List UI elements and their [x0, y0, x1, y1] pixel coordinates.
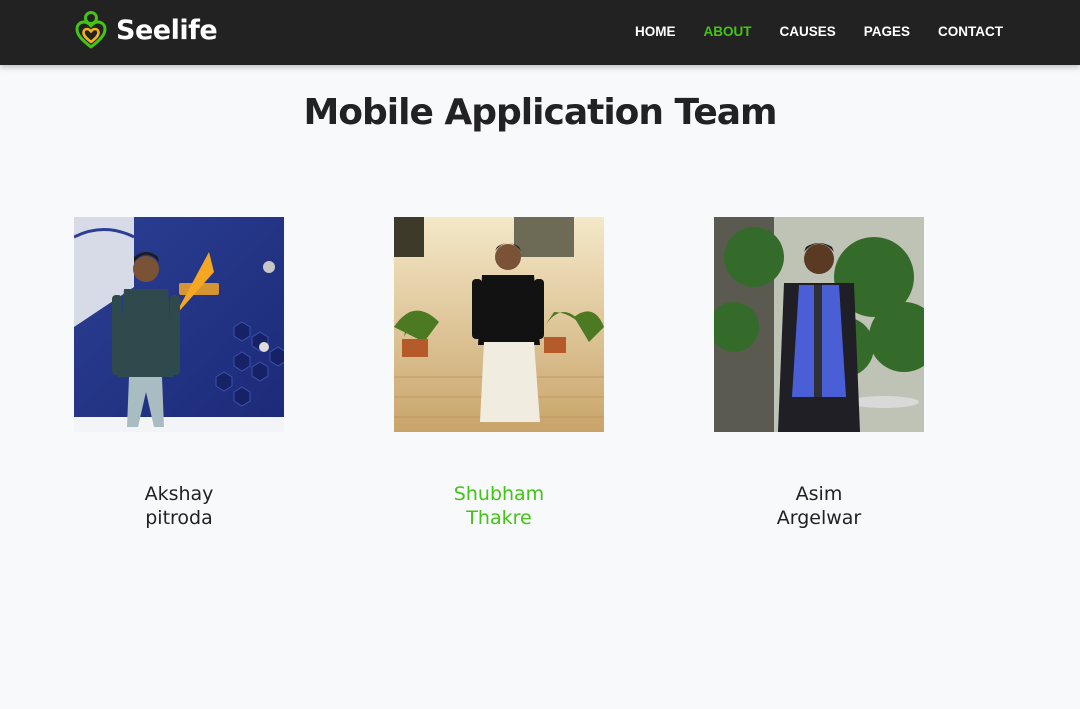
team-member-card: Shubham Thakre	[394, 217, 604, 530]
brand-name: Seelife	[116, 14, 218, 46]
member-last-name: Argelwar	[776, 507, 862, 529]
team-member-card: Akshay pitroda	[74, 217, 284, 530]
team-member-card: Asim Argelwar	[714, 217, 924, 530]
nav-home[interactable]: HOME	[635, 24, 676, 39]
member-name: Asim Argelwar	[749, 482, 889, 530]
member-first-name: Shubham	[453, 483, 545, 505]
member-photo-image	[74, 217, 284, 432]
section-title: Mobile Application Team	[303, 92, 777, 133]
heart-person-logo-icon	[75, 11, 107, 49]
nav-about[interactable]: ABOUT	[703, 24, 751, 39]
nav-contact[interactable]: CONTACT	[938, 24, 1003, 39]
member-photo	[74, 217, 284, 432]
nav-causes[interactable]: CAUSES	[779, 24, 835, 39]
member-last-name: pitroda	[145, 507, 213, 529]
member-name: Akshay pitroda	[109, 482, 249, 530]
member-last-name: Thakre	[466, 507, 532, 529]
member-first-name: Akshay	[144, 483, 214, 505]
brand-logo-link[interactable]: Seelife	[74, 11, 218, 49]
nav-pages[interactable]: PAGES	[864, 24, 910, 39]
member-photo	[394, 217, 604, 432]
member-first-name: Asim	[795, 483, 843, 505]
member-photo-image	[714, 217, 924, 432]
member-photo-image	[394, 217, 604, 432]
navbar: Seelife HOME ABOUT CAUSES PAGES CONTACT	[0, 0, 1080, 65]
main-nav: HOME ABOUT CAUSES PAGES CONTACT	[635, 21, 1003, 41]
member-photo	[714, 217, 924, 432]
member-name: Shubham Thakre	[429, 482, 569, 530]
